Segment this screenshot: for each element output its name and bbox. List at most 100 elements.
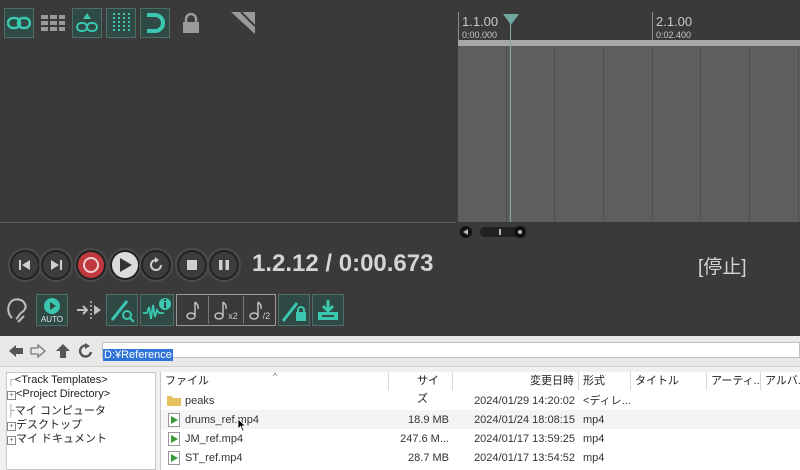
record-button[interactable]	[74, 248, 108, 282]
play-cursor	[510, 16, 511, 222]
envelope-tool-button[interactable]	[228, 8, 258, 38]
col-header-album[interactable]: アルバム	[761, 372, 800, 390]
track-list-area[interactable]	[0, 48, 456, 238]
file-name: drums_ref.mp4	[185, 414, 259, 426]
tree-item[interactable]: + マイ ドキュメント	[7, 430, 107, 446]
note-length-x2[interactable]: x2	[209, 296, 244, 324]
media-file-icon	[168, 413, 180, 427]
arrow-cursor-icon	[77, 301, 101, 319]
stop-button[interactable]	[175, 248, 209, 282]
ruler-time-label: 0:02.400	[656, 30, 692, 40]
tree-item[interactable]: ┌<Track Templates>	[7, 374, 108, 386]
snap-button[interactable]	[140, 8, 170, 38]
snap-grid-button[interactable]	[106, 8, 136, 38]
file-type: mp4	[583, 433, 605, 445]
grid-line	[749, 46, 750, 222]
col-header-date[interactable]: 変更日時	[453, 372, 579, 390]
up-arrow-icon[interactable]	[55, 343, 71, 359]
play-button[interactable]	[108, 248, 142, 282]
folder-tree[interactable]: ┌<Track Templates> + <Project Directory> …	[6, 372, 156, 470]
file-name: peaks	[185, 395, 215, 407]
lock-button[interactable]	[176, 8, 206, 38]
media-file-icon	[168, 451, 180, 465]
file-type: mp4	[583, 414, 605, 426]
scroll-right-icon[interactable]	[514, 226, 526, 238]
ear-icon	[7, 298, 27, 323]
path-input[interactable]: D:¥Reference	[102, 342, 800, 361]
note-icon	[214, 301, 228, 320]
go-to-end-button[interactable]	[39, 248, 73, 282]
file-date: 2024/01/17 13:59:25	[474, 433, 575, 445]
table-row[interactable]: peaks 2024/01/29 14:20:02 <ディレ...	[161, 391, 800, 410]
transport-status: [停止]	[698, 257, 747, 278]
go-to-start-button[interactable]	[8, 248, 42, 282]
lock-edit-button[interactable]	[278, 294, 310, 326]
scrub-zoom-button[interactable]	[106, 294, 138, 326]
group-link-icon	[76, 13, 98, 32]
col-header-title[interactable]: タイトル	[631, 372, 707, 390]
col-header-artist[interactable]: アーティ...	[707, 372, 761, 390]
tree-item[interactable]: + <Project Directory>	[7, 388, 110, 400]
file-list[interactable]: ファイル^ サイズ 変更日時 形式 タイトル アーティ... アルバム peak…	[160, 371, 800, 470]
auto-button[interactable]: AUTO	[36, 294, 68, 326]
play-circle-icon	[44, 297, 60, 314]
grid-line	[798, 46, 799, 222]
file-date: 2024/01/17 13:54:52	[474, 452, 575, 464]
horizontal-scrollbar[interactable]	[458, 224, 800, 240]
file-size: 247.6 M...	[400, 433, 449, 445]
expand-icon[interactable]: +	[7, 436, 16, 445]
ruler-tick	[458, 12, 459, 42]
note-length-quarter[interactable]	[177, 296, 210, 324]
table-row[interactable]: ST_ref.mp4 28.7 MB 2024/01/17 13:54:52 m…	[161, 448, 800, 467]
path-text: D:¥Reference	[103, 349, 173, 361]
skip-back-icon	[19, 260, 30, 270]
position-readout[interactable]: 1.2.12 / 0:00.673	[252, 250, 433, 278]
download-tray-icon	[318, 300, 338, 320]
pencil-search-icon	[110, 300, 135, 323]
ruler-bar-label: 2.1.00	[656, 14, 693, 29]
note-length-half[interactable]: /2	[244, 296, 275, 324]
grid-view-button[interactable]	[38, 8, 68, 38]
explorer-nav-bar: D:¥Reference	[0, 336, 800, 367]
stop-icon	[187, 260, 197, 270]
col-header-size[interactable]: サイズ	[389, 372, 453, 405]
note-length-group: x2 /2	[176, 294, 276, 326]
link-icon	[7, 16, 31, 30]
back-arrow-icon[interactable]	[8, 344, 24, 358]
ruler-time-label: 0:00.000	[462, 30, 498, 40]
forward-arrow-icon[interactable]	[30, 344, 46, 358]
expand-icon[interactable]: +	[7, 391, 16, 400]
col-header-file[interactable]: ファイル ^	[161, 371, 389, 390]
ear-monitor-button[interactable]	[2, 294, 34, 326]
playhead-marker[interactable]	[503, 14, 519, 25]
repeat-button[interactable]	[139, 248, 173, 282]
note-icon	[248, 301, 262, 320]
play-icon	[120, 258, 132, 272]
waveform-info-button[interactable]	[140, 294, 174, 326]
forward-edit-button[interactable]	[72, 294, 106, 326]
lock-icon	[183, 12, 199, 33]
table-row[interactable]: drums_ref.mp4 18.9 MB 2024/01/24 18:08:1…	[161, 410, 800, 432]
table-row[interactable]: JM_ref.mp4 247.6 M... 2024/01/17 13:59:2…	[161, 429, 800, 448]
group-button[interactable]	[72, 8, 102, 38]
track-divider	[0, 222, 456, 223]
note-icon	[185, 301, 199, 320]
magnet-icon	[147, 13, 165, 33]
import-button[interactable]	[312, 294, 344, 326]
refresh-icon[interactable]	[78, 343, 94, 359]
ruler-bar-label: 1.1.00	[462, 14, 499, 29]
file-date: 2024/01/29 14:20:02	[474, 395, 575, 407]
col-header-type[interactable]: 形式	[579, 372, 631, 390]
folder-icon	[167, 396, 181, 406]
pause-button[interactable]	[207, 248, 241, 282]
grid-line	[554, 46, 555, 222]
media-file-icon	[168, 432, 180, 446]
grid-line	[700, 46, 701, 222]
div2-badge: /2	[262, 311, 271, 321]
ripple-link-button[interactable]	[4, 8, 34, 38]
media-explorer: D:¥Reference ┌<Track Templates> + <Projec…	[0, 336, 800, 470]
pause-icon	[219, 260, 229, 270]
file-type: mp4	[583, 452, 605, 464]
scroll-left-icon[interactable]	[460, 226, 472, 238]
file-size: 18.9 MB	[408, 414, 449, 426]
